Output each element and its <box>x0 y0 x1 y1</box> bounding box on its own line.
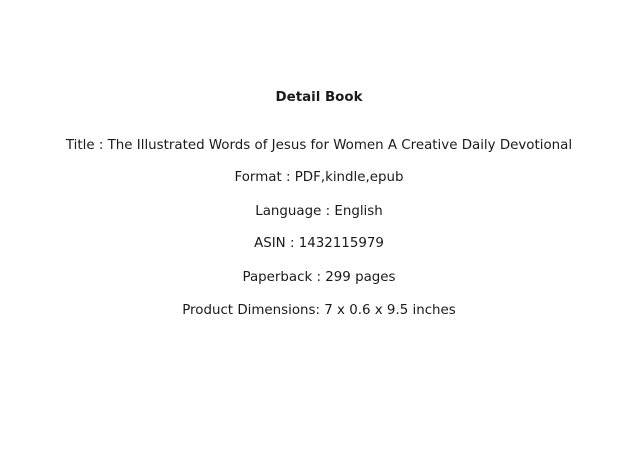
dimensions-line: Product Dimensions: 7 x 0.6 x 9.5 inches <box>182 303 456 318</box>
document-page: Detail Book Title : The Illustrated Word… <box>0 0 638 451</box>
asin-line: ASIN : 1432115979 <box>254 236 384 251</box>
format-line: Format : PDF,kindle,epub <box>234 170 404 185</box>
paperback-line: Paperback : 299 pages <box>242 270 396 285</box>
title-line: Title : The Illustrated Words of Jesus f… <box>65 138 573 153</box>
detail-heading: Detail Book <box>275 90 363 105</box>
language-line: Language : English <box>255 204 383 219</box>
